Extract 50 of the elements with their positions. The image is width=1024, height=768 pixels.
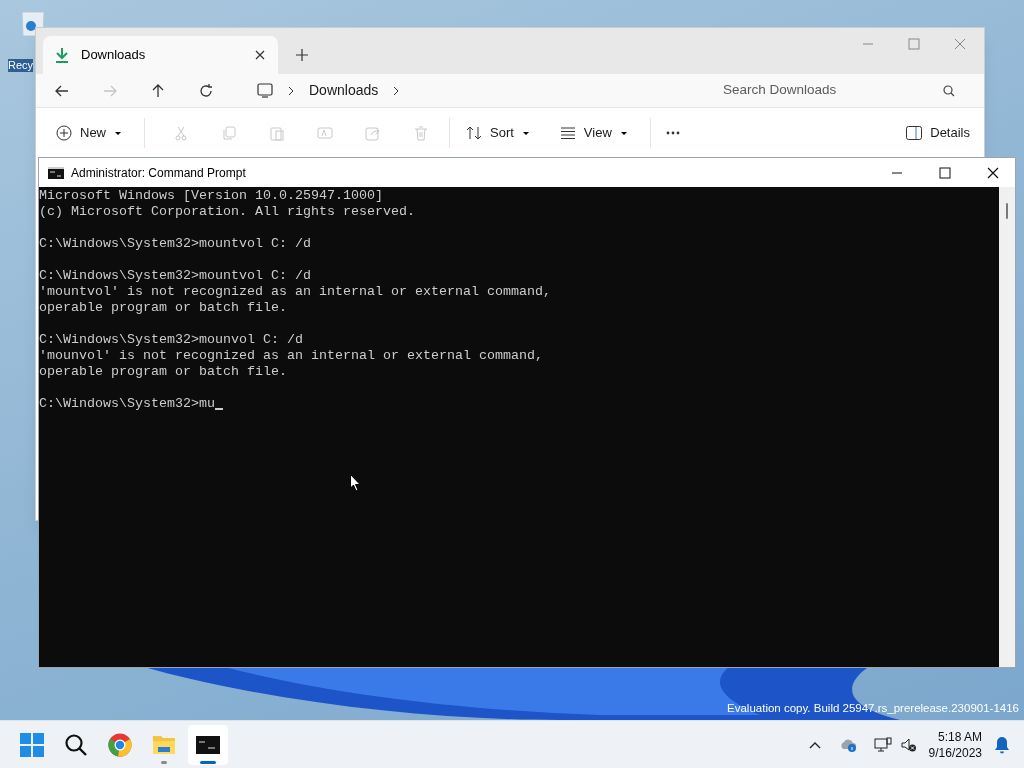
network-icon[interactable] xyxy=(873,736,892,753)
speaker-muted-icon[interactable] xyxy=(900,736,917,753)
chevron-down-icon xyxy=(114,130,122,136)
console-line: C:\Windows\System32>mu xyxy=(39,396,215,412)
sort-icon xyxy=(466,125,482,141)
tab[interactable]: Downloads xyxy=(43,36,278,74)
console-line: operable program or batch file. xyxy=(39,300,287,316)
console-line: C:\Windows\System32>mounvol C: /d xyxy=(39,332,303,348)
list-view-icon xyxy=(559,125,576,141)
mouse-pointer-icon xyxy=(350,474,361,492)
console-line: 'mountvol' is not recognized as an internal or external command, xyxy=(39,284,551,300)
chevron-down-icon xyxy=(521,130,530,136)
close-icon[interactable] xyxy=(987,166,999,179)
text-cursor xyxy=(214,408,223,410)
search-icon xyxy=(64,732,88,757)
notification-bell-icon[interactable] xyxy=(994,735,1010,754)
sort-button[interactable]: Sort xyxy=(464,117,532,149)
maximize-icon[interactable] xyxy=(939,166,951,179)
chevron-up-icon[interactable] xyxy=(808,740,821,749)
taskbar-button[interactable] xyxy=(188,724,228,765)
computer-icon[interactable] xyxy=(257,82,273,99)
window-title: Administrator: Command Prompt xyxy=(71,164,246,182)
view-button[interactable]: View xyxy=(557,117,630,149)
chevron-down-icon xyxy=(619,130,628,136)
details-button[interactable]: Details xyxy=(906,123,970,143)
close-icon[interactable] xyxy=(254,49,266,61)
browser-icon xyxy=(108,732,132,757)
details-pane-icon xyxy=(906,126,923,140)
chevron-icon[interactable] xyxy=(287,85,295,96)
console-line: C:\Windows\System32>mountvol C: /d xyxy=(39,268,311,284)
search-icon xyxy=(943,84,955,97)
desktop-icon-label[interactable]: Recy xyxy=(8,59,34,72)
new-button[interactable]: New xyxy=(54,117,124,149)
scrollbar[interactable] xyxy=(999,187,1015,667)
console-line: (c) Microsoft Corporation. All rights reserved. xyxy=(39,204,415,220)
download-icon xyxy=(55,47,69,63)
console-icon xyxy=(48,166,64,179)
chevron-icon[interactable] xyxy=(392,85,401,96)
windows-logo-icon xyxy=(20,732,44,757)
new-tab-icon[interactable] xyxy=(296,49,308,61)
clock[interactable]: 5:18 AM 9/16/2023 xyxy=(928,728,982,761)
console-line: 'mounvol' is not recognized as an internal or external command, xyxy=(39,348,543,364)
search-field[interactable]: Search Downloads xyxy=(723,80,943,101)
breadcrumb-item[interactable]: Downloads xyxy=(309,80,379,101)
console-line: Microsoft Windows [Version 10.0.25947.1000] xyxy=(39,188,383,204)
console-line: operable program or batch file. xyxy=(39,364,287,380)
refresh-icon[interactable] xyxy=(198,82,214,99)
plus-circle-icon xyxy=(56,125,72,141)
console-line: C:\Windows\System32>mountvol C: /d xyxy=(39,236,311,252)
up-arrow-icon[interactable] xyxy=(150,82,166,99)
